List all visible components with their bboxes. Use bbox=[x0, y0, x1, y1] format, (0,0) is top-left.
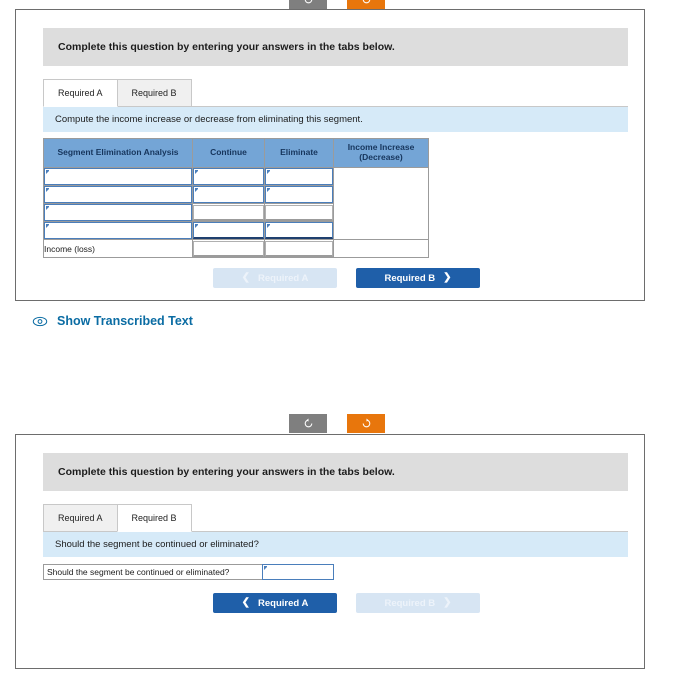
toolbar-top bbox=[289, 0, 385, 9]
question-prompt-a: Compute the income increase or decrease … bbox=[43, 107, 628, 132]
input-total-eliminate[interactable] bbox=[265, 240, 333, 257]
prev-required-a-button[interactable]: ❮ Required A bbox=[213, 268, 337, 288]
chevron-right-icon: ❯ bbox=[443, 597, 452, 608]
chevron-left-icon: ❮ bbox=[241, 272, 251, 283]
tab-list-panel2: Required A Required B bbox=[43, 504, 622, 532]
cell-eliminate-2 bbox=[264, 185, 334, 204]
input-eliminate-3[interactable] bbox=[265, 204, 333, 221]
cell-total-eliminate bbox=[264, 239, 334, 258]
input-total-continue[interactable] bbox=[193, 240, 264, 257]
input-eliminate-1[interactable] bbox=[265, 168, 333, 185]
undo-arrow-icon bbox=[304, 418, 312, 428]
total-row-label: Income (loss) bbox=[43, 239, 193, 258]
cell-label-2 bbox=[43, 185, 193, 204]
next-button-label-2: Required B bbox=[384, 597, 436, 609]
answer-row: Should the segment be continued or elimi… bbox=[43, 564, 622, 580]
cell-label-3 bbox=[43, 203, 193, 222]
segment-elimination-table: Segment Elimination Analysis Continue El… bbox=[43, 138, 429, 258]
tab-list-panel1: Required A Required B bbox=[43, 79, 622, 107]
next-required-b-button-2[interactable]: Required B ❯ bbox=[356, 593, 480, 613]
redo-arrow-icon bbox=[362, 0, 370, 4]
panel2-inner: Complete this question by entering your … bbox=[43, 453, 628, 683]
cell-total-income bbox=[333, 239, 429, 258]
undo-button-2[interactable] bbox=[289, 414, 327, 433]
redo-button-2[interactable] bbox=[347, 414, 385, 433]
input-label-1[interactable] bbox=[44, 168, 192, 185]
panel2-bottom-space bbox=[43, 613, 622, 683]
eye-icon bbox=[32, 316, 48, 326]
th-segment-elimination-analysis: Segment Elimination Analysis bbox=[43, 138, 193, 168]
answer-label: Should the segment be continued or elimi… bbox=[43, 564, 263, 580]
input-label-2[interactable] bbox=[44, 186, 192, 203]
table-header-row: Segment Elimination Analysis Continue El… bbox=[43, 138, 429, 168]
table-total-row: Income (loss) bbox=[43, 239, 429, 258]
prev-button-label: Required A bbox=[258, 272, 309, 284]
cell-total-continue bbox=[192, 239, 265, 258]
toolbar-bottom bbox=[289, 414, 385, 433]
cell-continue-2 bbox=[192, 185, 265, 204]
chevron-left-icon: ❮ bbox=[241, 597, 251, 608]
tab-required-b-2[interactable]: Required B bbox=[116, 504, 192, 532]
cell-continue-1 bbox=[192, 167, 265, 186]
redo-arrow-icon bbox=[362, 418, 370, 428]
input-eliminate-4[interactable] bbox=[265, 222, 333, 239]
input-continue-4[interactable] bbox=[193, 222, 264, 239]
cell-continue-4 bbox=[192, 221, 265, 240]
cell-eliminate-1 bbox=[264, 167, 334, 186]
th-income-line2: (Decrease) bbox=[359, 152, 403, 162]
input-label-4[interactable] bbox=[44, 222, 192, 239]
undo-button[interactable] bbox=[289, 0, 327, 9]
tab-required-a[interactable]: Required A bbox=[43, 79, 118, 107]
redo-button[interactable] bbox=[347, 0, 385, 9]
answer-input[interactable] bbox=[262, 564, 334, 580]
cell-label-4 bbox=[43, 221, 193, 240]
next-button-label: Required B bbox=[384, 272, 436, 284]
nav-buttons-panel2: ❮ Required A Required B ❯ bbox=[43, 593, 622, 613]
instruction-bar-2: Complete this question by entering your … bbox=[43, 453, 628, 491]
panel1-inner: Complete this question by entering your … bbox=[43, 28, 628, 288]
tab-required-b[interactable]: Required B bbox=[116, 79, 192, 107]
question-panel-required-a: Complete this question by entering your … bbox=[15, 9, 645, 301]
input-label-3[interactable] bbox=[44, 204, 192, 221]
show-transcribed-text-link[interactable]: Show Transcribed Text bbox=[32, 314, 193, 328]
next-required-b-button[interactable]: Required B ❯ bbox=[356, 268, 480, 288]
undo-arrow-icon bbox=[304, 0, 312, 4]
th-continue: Continue bbox=[192, 138, 265, 168]
cell-income-column bbox=[333, 167, 429, 240]
table-row bbox=[43, 167, 429, 240]
instruction-bar: Complete this question by entering your … bbox=[43, 28, 628, 66]
th-income-line1: Income Increase bbox=[347, 142, 415, 153]
th-income-increase-decrease: Income Increase (Decrease) bbox=[333, 138, 429, 168]
show-transcribed-text-label: Show Transcribed Text bbox=[57, 314, 193, 328]
question-prompt-b: Should the segment be continued or elimi… bbox=[43, 532, 628, 557]
cell-label-1 bbox=[43, 167, 193, 186]
cell-eliminate-3 bbox=[264, 203, 334, 222]
tab-required-a-2[interactable]: Required A bbox=[43, 504, 118, 532]
prev-button-label-2: Required A bbox=[258, 597, 309, 609]
prev-required-a-button-2[interactable]: ❮ Required A bbox=[213, 593, 337, 613]
cell-continue-3 bbox=[192, 203, 265, 222]
input-continue-1[interactable] bbox=[193, 168, 264, 185]
th-eliminate: Eliminate bbox=[264, 138, 334, 168]
input-continue-3[interactable] bbox=[193, 204, 264, 221]
input-eliminate-2[interactable] bbox=[265, 186, 333, 203]
chevron-right-icon: ❯ bbox=[443, 272, 452, 283]
input-continue-2[interactable] bbox=[193, 186, 264, 203]
question-panel-required-b: Complete this question by entering your … bbox=[15, 434, 645, 669]
cell-eliminate-4 bbox=[264, 221, 334, 240]
nav-buttons-panel1: ❮ Required A Required B ❯ bbox=[43, 268, 622, 288]
